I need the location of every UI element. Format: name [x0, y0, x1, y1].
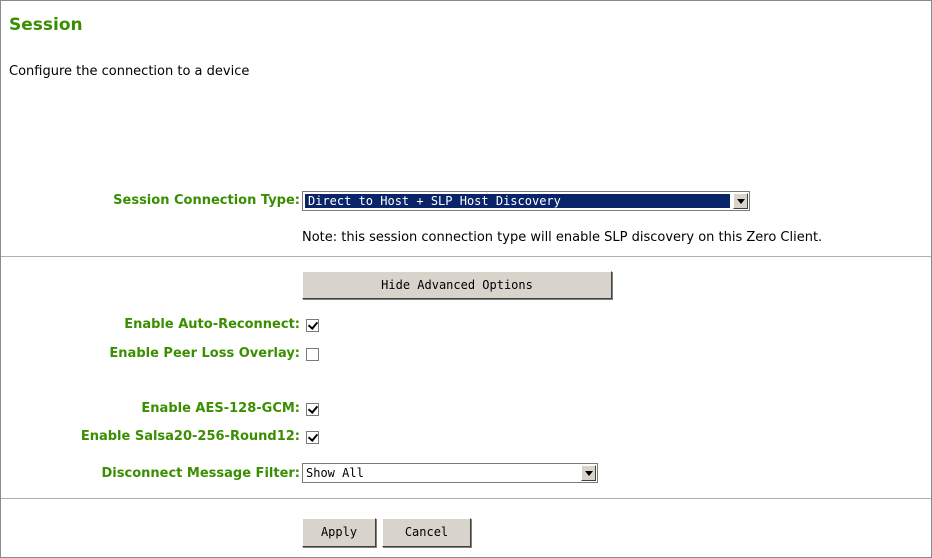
session-connection-type-value: Direct to Host + SLP Host Discovery — [308, 194, 561, 208]
page-title: Session — [9, 15, 83, 35]
session-type-note: Note: this session connection type will … — [302, 230, 823, 245]
page-description: Configure the connection to a device — [9, 64, 250, 79]
disconnect-message-filter-select[interactable]: Show All — [302, 463, 598, 483]
auto-reconnect-checkbox[interactable] — [306, 319, 319, 332]
peer-loss-overlay-checkbox[interactable] — [306, 348, 319, 361]
peer-loss-overlay-label: Enable Peer Loss Overlay: — [109, 346, 300, 361]
divider — [1, 256, 931, 257]
aes-128-gcm-label: Enable AES-128-GCM: — [141, 401, 300, 416]
selected-value-highlight: Direct to Host + SLP Host Discovery — [304, 193, 731, 209]
chevron-down-icon[interactable] — [733, 193, 748, 209]
apply-button[interactable]: Apply — [302, 518, 376, 547]
session-connection-type-label: Session Connection Type: — [113, 193, 300, 208]
session-panel: Session Configure the connection to a de… — [0, 0, 932, 558]
disconnect-message-filter-value: Show All — [306, 466, 364, 480]
disconnect-message-filter-label: Disconnect Message Filter: — [101, 466, 300, 481]
aes-128-gcm-checkbox[interactable] — [306, 403, 319, 416]
hide-advanced-options-button[interactable]: Hide Advanced Options — [302, 271, 612, 299]
chevron-down-icon[interactable] — [581, 465, 596, 481]
divider — [1, 498, 931, 499]
salsa20-checkbox[interactable] — [306, 431, 319, 444]
auto-reconnect-label: Enable Auto-Reconnect: — [124, 317, 300, 332]
cancel-button[interactable]: Cancel — [382, 518, 471, 547]
salsa20-label: Enable Salsa20-256-Round12: — [80, 429, 300, 444]
session-connection-type-select[interactable]: Direct to Host + SLP Host Discovery — [302, 191, 750, 211]
